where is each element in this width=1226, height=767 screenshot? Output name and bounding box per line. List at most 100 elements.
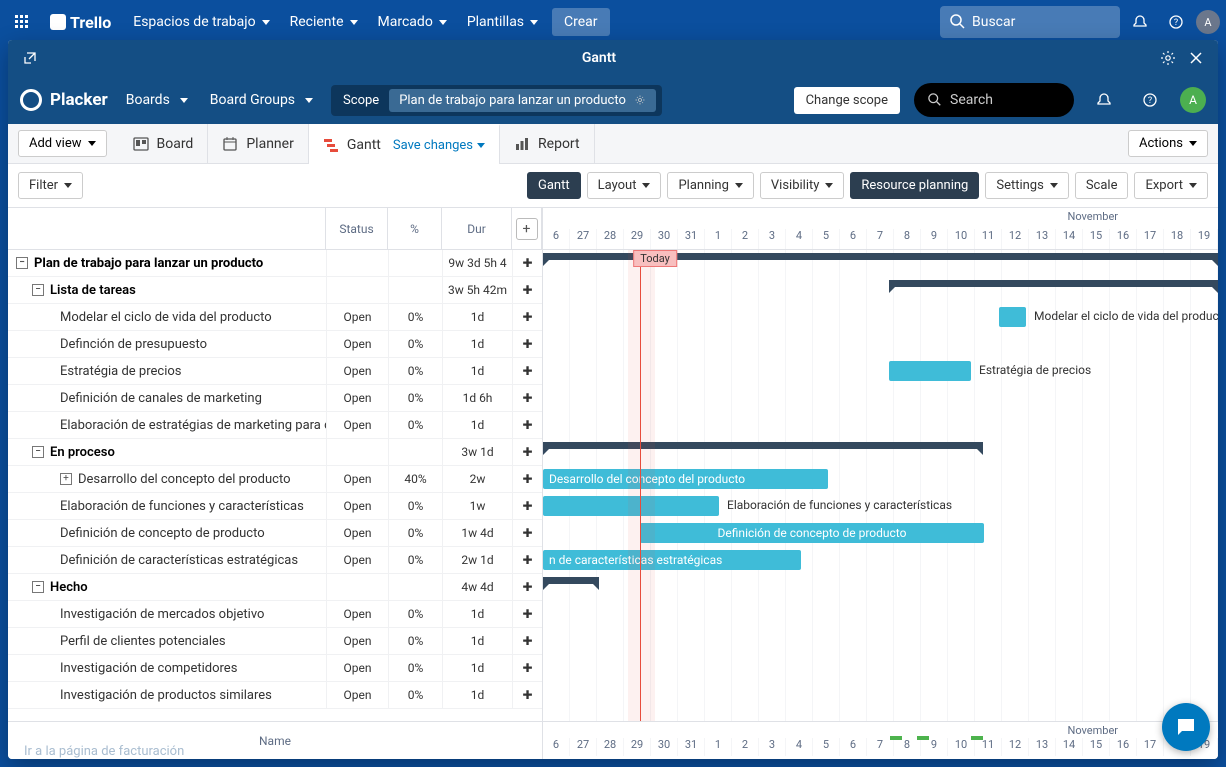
- row-add-button[interactable]: ✚: [512, 385, 542, 411]
- tab-label: Board: [157, 136, 194, 152]
- help-icon[interactable]: ?: [1134, 84, 1166, 116]
- row-add-button[interactable]: ✚: [512, 574, 542, 600]
- toggle-icon[interactable]: −: [32, 446, 44, 458]
- placker-logo[interactable]: Placker: [20, 89, 108, 111]
- add-column-button[interactable]: +: [516, 218, 538, 240]
- help-icon[interactable]: ?: [1160, 6, 1192, 38]
- row-add-button[interactable]: ✚: [512, 439, 542, 465]
- trello-nav-item[interactable]: Espacios de trabajo: [123, 8, 279, 36]
- placker-avatar[interactable]: A: [1180, 87, 1206, 113]
- col-status-header[interactable]: Status: [326, 208, 388, 249]
- row-add-button[interactable]: ✚: [512, 277, 542, 303]
- chat-bubble[interactable]: [1162, 703, 1210, 751]
- day-cell: 12: [1002, 738, 1029, 756]
- user-avatar[interactable]: A: [1196, 10, 1220, 34]
- scope-chip[interactable]: Plan de trabajo para lanzar un producto: [389, 89, 656, 112]
- toggle-icon[interactable]: +: [60, 473, 72, 485]
- gantt-pill[interactable]: Gantt: [527, 172, 581, 199]
- row-name: Definción de presupuesto: [60, 337, 207, 352]
- bell-icon[interactable]: [1088, 84, 1120, 116]
- close-icon[interactable]: [1182, 44, 1210, 72]
- tab-gantt[interactable]: GanttSave changes: [309, 124, 500, 164]
- gantt-row[interactable]: Perfil de clientes potencialesOpen0%1d✚: [8, 628, 542, 655]
- settings-pill[interactable]: Settings: [985, 172, 1068, 199]
- trello-nav-item[interactable]: Plantillas: [457, 8, 548, 36]
- nav-board-groups[interactable]: Board Groups: [206, 86, 317, 114]
- scale-pill[interactable]: Scale: [1075, 172, 1129, 199]
- row-add-button[interactable]: ✚: [512, 331, 542, 357]
- placker-search[interactable]: Search: [914, 83, 1074, 117]
- col-pct-header[interactable]: %: [388, 208, 442, 249]
- gantt-row[interactable]: +Desarrollo del concepto del productoOpe…: [8, 466, 542, 493]
- change-scope-button[interactable]: Change scope: [794, 87, 900, 114]
- create-button[interactable]: Crear: [552, 8, 610, 36]
- row-add-button[interactable]: ✚: [512, 628, 542, 654]
- row-add-button[interactable]: ✚: [512, 520, 542, 546]
- gantt-row[interactable]: Definición de canales de marketingOpen0%…: [8, 385, 542, 412]
- summary-bar[interactable]: [543, 577, 599, 584]
- billing-link[interactable]: Ir a la página de facturación: [24, 744, 184, 759]
- gantt-row[interactable]: −En proceso3w 1d✚: [8, 439, 542, 466]
- notifications-icon[interactable]: [1124, 6, 1156, 38]
- summary-bar[interactable]: [889, 280, 1218, 287]
- trello-nav-item[interactable]: Reciente: [280, 8, 368, 36]
- apps-grid-icon[interactable]: [6, 6, 38, 38]
- gantt-row[interactable]: Definición de concepto de productoOpen0%…: [8, 520, 542, 547]
- row-dur: 1d: [442, 682, 512, 708]
- filter-button[interactable]: Filter: [18, 172, 83, 199]
- task-bar[interactable]: [889, 361, 971, 381]
- actions-button[interactable]: Actions: [1128, 130, 1208, 157]
- task-bar[interactable]: [999, 307, 1026, 327]
- col-dur-header[interactable]: Dur: [442, 208, 512, 249]
- gantt-row[interactable]: −Plan de trabajo para lanzar un producto…: [8, 250, 542, 277]
- gantt-row[interactable]: Definición de características estratégic…: [8, 547, 542, 574]
- gantt-row[interactable]: Investigación de mercados objetivoOpen0%…: [8, 601, 542, 628]
- row-add-button[interactable]: ✚: [512, 682, 542, 708]
- gantt-row[interactable]: −Lista de tareas3w 5h 42m✚: [8, 277, 542, 304]
- row-add-button[interactable]: ✚: [512, 601, 542, 627]
- visibility-pill[interactable]: Visibility: [760, 172, 845, 199]
- gantt-row[interactable]: Investigación de productos similaresOpen…: [8, 682, 542, 709]
- resource-pill[interactable]: Resource planning: [850, 172, 979, 199]
- gantt-row[interactable]: Elaboración de estratégias de marketing …: [8, 412, 542, 439]
- trello-search[interactable]: Buscar: [940, 6, 1120, 38]
- toggle-icon[interactable]: −: [32, 581, 44, 593]
- row-name: Investigación de competidores: [60, 661, 237, 676]
- gantt-right-pane[interactable]: November 6272829303112345678910111213141…: [543, 208, 1218, 759]
- row-add-button[interactable]: ✚: [512, 304, 542, 330]
- summary-bar[interactable]: [543, 442, 983, 449]
- layout-pill[interactable]: Layout: [587, 172, 662, 199]
- nav-boards[interactable]: Boards: [122, 86, 192, 114]
- gantt-row[interactable]: Modelar el ciclo de vida del productoOpe…: [8, 304, 542, 331]
- toggle-icon[interactable]: −: [16, 257, 28, 269]
- popout-icon[interactable]: [16, 44, 44, 72]
- task-bar[interactable]: Definición de concepto de producto: [640, 523, 984, 543]
- gantt-row[interactable]: Investigación de competidoresOpen0%1d✚: [8, 655, 542, 682]
- export-pill[interactable]: Export: [1134, 172, 1208, 199]
- row-add-button[interactable]: ✚: [512, 466, 542, 492]
- row-add-button[interactable]: ✚: [512, 412, 542, 438]
- trello-nav-item[interactable]: Marcado: [368, 8, 457, 36]
- toggle-icon[interactable]: −: [32, 284, 44, 296]
- tab-board[interactable]: Board: [119, 124, 209, 164]
- gantt-row[interactable]: Estratégia de preciosOpen0%1d✚: [8, 358, 542, 385]
- save-changes-link[interactable]: Save changes: [393, 138, 485, 153]
- tab-planner[interactable]: Planner: [208, 124, 308, 164]
- gantt-row[interactable]: −Hecho4w 4d✚: [8, 574, 542, 601]
- gantt-row[interactable]: Elaboración de funciones y característic…: [8, 493, 542, 520]
- row-name: Investigación de productos similares: [60, 688, 272, 703]
- row-add-button[interactable]: ✚: [512, 493, 542, 519]
- row-add-button[interactable]: ✚: [512, 547, 542, 573]
- gear-icon[interactable]: [1154, 44, 1182, 72]
- planning-pill[interactable]: Planning: [667, 172, 753, 199]
- row-add-button[interactable]: ✚: [512, 250, 542, 276]
- trello-logo[interactable]: Trello: [42, 13, 119, 32]
- gantt-row[interactable]: Definción de presupuestoOpen0%1d✚: [8, 331, 542, 358]
- task-bar[interactable]: n de características estratégicas: [543, 550, 801, 570]
- window-title: Gantt: [44, 50, 1154, 66]
- tab-report[interactable]: Report: [500, 124, 595, 164]
- task-bar[interactable]: Desarrollo del concepto del producto: [543, 469, 828, 489]
- row-add-button[interactable]: ✚: [512, 655, 542, 681]
- row-add-button[interactable]: ✚: [512, 358, 542, 384]
- add-view-button[interactable]: Add view: [18, 130, 107, 157]
